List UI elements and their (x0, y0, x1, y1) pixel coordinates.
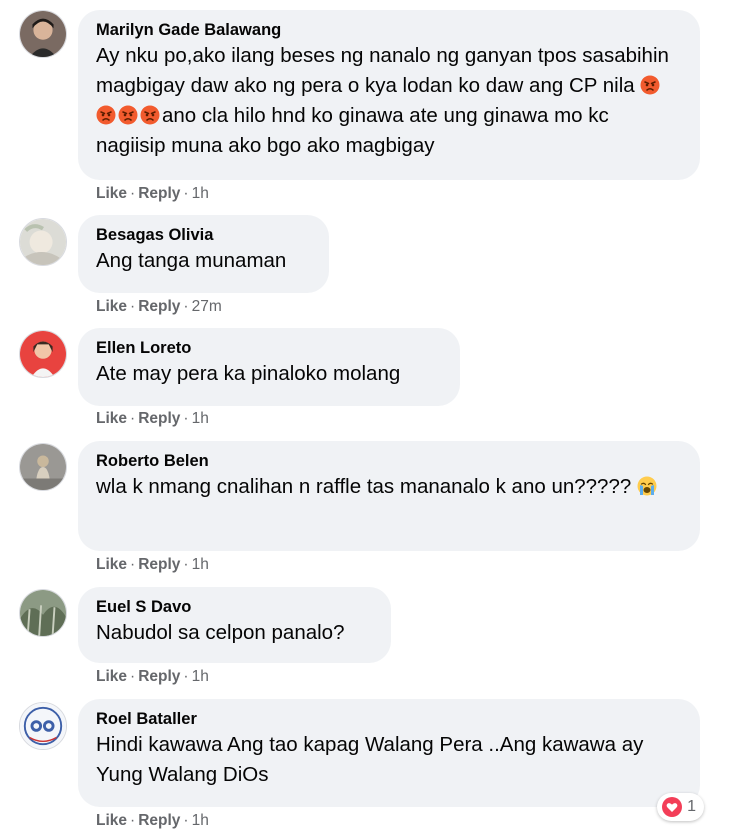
comment-text: Ang tanga munaman (96, 249, 287, 272)
reaction-summary[interactable]: 1 (657, 793, 704, 821)
avatar[interactable] (19, 702, 67, 750)
separator: · (183, 298, 189, 315)
avatar[interactable] (19, 589, 67, 637)
angry-face-icon (118, 104, 140, 127)
separator: · (183, 812, 189, 829)
comment-bubble: Roberto Belen wla k nmang cnalihan n raf… (78, 441, 700, 551)
comment-author[interactable]: Marilyn Gade Balawang (96, 19, 682, 41)
like-button[interactable]: Like (96, 185, 127, 202)
separator: · (183, 410, 189, 427)
love-reaction-icon (661, 796, 683, 818)
comment-actions: Like · Reply · 1h (96, 184, 209, 204)
separator: · (130, 812, 136, 829)
comment-text: Nabudol sa celpon panalo? (96, 621, 345, 644)
separator: · (183, 185, 189, 202)
comment-text-part: ano cla hilo hnd ko ginawa ate ung ginaw… (96, 104, 609, 157)
reaction-count: 1 (687, 798, 696, 815)
comment-timestamp[interactable]: 1h (192, 410, 209, 427)
comment-bubble: Roel Bataller Hindi kawawa Ang tao kapag… (78, 699, 700, 807)
separator: · (130, 410, 136, 427)
like-button[interactable]: Like (96, 298, 127, 315)
reply-button[interactable]: Reply (138, 812, 180, 829)
comment-author[interactable]: Ellen Loreto (96, 337, 442, 359)
comment-actions: Like · Reply · 1h (96, 667, 209, 687)
comment-actions: Like · Reply · 1h (96, 409, 209, 429)
comment-timestamp[interactable]: 1h (192, 668, 209, 685)
reply-button[interactable]: Reply (138, 185, 180, 202)
comment-timestamp[interactable]: 1h (192, 812, 209, 829)
comment-author[interactable]: Roel Bataller (96, 708, 682, 730)
comment-text-part: Ay nku po,ako ilang beses ng nanalo ng g… (96, 44, 669, 97)
angry-face-icon (640, 74, 662, 97)
separator: · (183, 556, 189, 573)
avatar[interactable] (19, 10, 67, 58)
like-button[interactable]: Like (96, 410, 127, 427)
separator: · (130, 298, 136, 315)
comment-actions: Like · Reply · 27m (96, 297, 222, 317)
avatar[interactable] (19, 218, 67, 266)
angry-face-icon (140, 104, 162, 127)
avatar[interactable] (19, 330, 67, 378)
comment-text: Hindi kawawa Ang tao kapag Walang Pera .… (96, 733, 644, 786)
comment-text: Ate may pera ka pinaloko molang (96, 362, 401, 385)
comment-timestamp[interactable]: 1h (192, 556, 209, 573)
loudly-crying-face-icon (637, 475, 659, 498)
separator: · (130, 185, 136, 202)
comment-bubble: Ellen Loreto Ate may pera ka pinaloko mo… (78, 328, 460, 406)
separator: · (130, 556, 136, 573)
comment-actions: Like · Reply · 1h (96, 811, 209, 831)
reply-button[interactable]: Reply (138, 410, 180, 427)
comment-author[interactable]: Euel S Davo (96, 596, 373, 618)
avatar[interactable] (19, 443, 67, 491)
reply-button[interactable]: Reply (138, 668, 180, 685)
like-button[interactable]: Like (96, 668, 127, 685)
separator: · (183, 668, 189, 685)
comment-bubble: Euel S Davo Nabudol sa celpon panalo? (78, 587, 391, 663)
comment-bubble: Besagas Olivia Ang tanga munaman (78, 215, 329, 293)
comment-bubble: Marilyn Gade Balawang Ay nku po,ako ilan… (78, 10, 700, 180)
comment-timestamp[interactable]: 1h (192, 185, 209, 202)
separator: · (130, 668, 136, 685)
reply-button[interactable]: Reply (138, 556, 180, 573)
comment-author[interactable]: Roberto Belen (96, 450, 682, 472)
comment-text-part: wla k nmang cnalihan n raffle tas manana… (96, 475, 637, 498)
angry-face-icon (96, 104, 118, 127)
like-button[interactable]: Like (96, 812, 127, 829)
like-button[interactable]: Like (96, 556, 127, 573)
comment-text: Ay nku po,ako ilang beses ng nanalo ng g… (96, 41, 682, 161)
comment-timestamp[interactable]: 27m (192, 298, 222, 315)
comment-text: wla k nmang cnalihan n raffle tas manana… (96, 472, 682, 502)
comment-author[interactable]: Besagas Olivia (96, 224, 311, 246)
comment-actions: Like · Reply · 1h (96, 555, 209, 575)
reply-button[interactable]: Reply (138, 298, 180, 315)
